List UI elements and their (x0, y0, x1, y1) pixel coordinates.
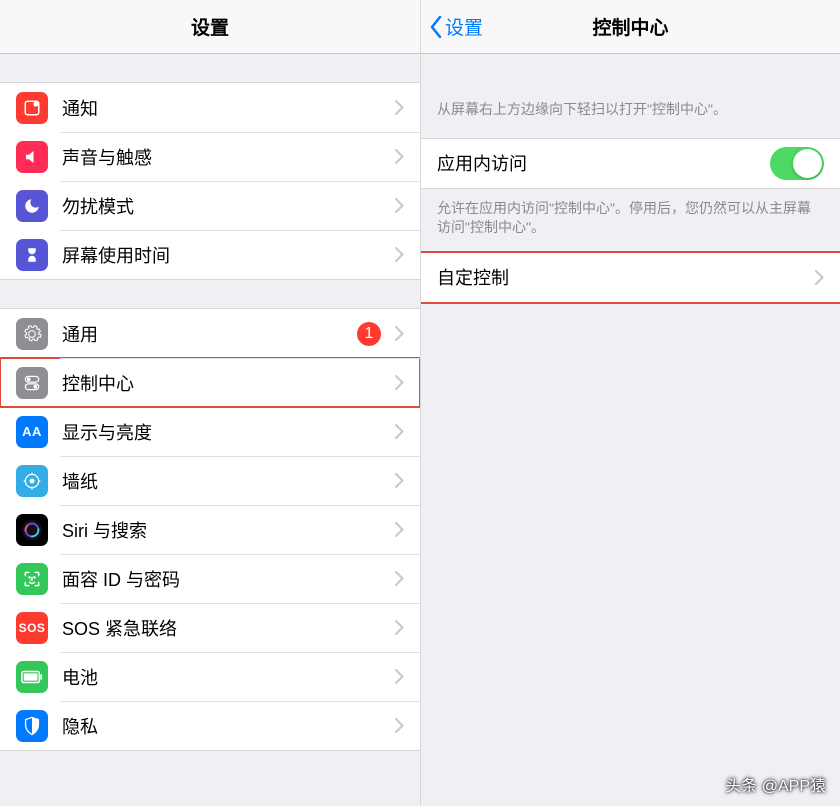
section-note: 允许在应用内访问"控制中心"。停用后，您仍然可以从主屏幕访问"控制中心"。 (421, 189, 840, 252)
header: 设置 控制中心 (421, 0, 840, 54)
chevron-right-icon (395, 669, 404, 684)
row-customize-controls[interactable]: 自定控制 (421, 253, 840, 302)
siri-icon (16, 514, 48, 546)
chevron-right-icon (395, 198, 404, 213)
general-icon (16, 318, 48, 350)
row-label: 自定控制 (437, 264, 805, 290)
row-siri[interactable]: Siri 与搜索 (0, 505, 420, 554)
sos-icon: SOS (16, 612, 48, 644)
row-faceid[interactable]: 面容 ID 与密码 (0, 554, 420, 603)
row-label: 隐私 (62, 713, 385, 739)
header: 设置 (0, 0, 420, 54)
customize-group: 自定控制 (421, 252, 840, 303)
chevron-right-icon (395, 571, 404, 586)
watermark: 头条 @APP猿 (725, 772, 826, 796)
settings-group-2: 通用 1 控制中心 AA 显示与亮度 (0, 308, 420, 751)
battery-icon (16, 661, 48, 693)
dnd-icon (16, 190, 48, 222)
row-label: 显示与亮度 (62, 419, 385, 445)
in-app-access-group: 应用内访问 (421, 138, 840, 189)
row-general[interactable]: 通用 1 (0, 309, 420, 358)
row-label: 墙纸 (62, 468, 385, 494)
row-display[interactable]: AA 显示与亮度 (0, 407, 420, 456)
row-sos[interactable]: SOS SOS 紧急联络 (0, 603, 420, 652)
row-screentime[interactable]: 屏幕使用时间 (0, 230, 420, 279)
page-title: 控制中心 (592, 13, 668, 40)
notification-icon (16, 92, 48, 124)
chevron-right-icon (395, 424, 404, 439)
screentime-icon (16, 239, 48, 271)
back-label: 设置 (445, 13, 483, 40)
row-notifications[interactable]: 通知 (0, 83, 420, 132)
toggle-in-app-access[interactable] (770, 147, 824, 180)
chevron-right-icon (395, 522, 404, 537)
chevron-right-icon (815, 270, 824, 285)
row-label: 控制中心 (62, 370, 385, 396)
chevron-right-icon (395, 473, 404, 488)
control-center-icon (16, 367, 48, 399)
row-label: 应用内访问 (437, 150, 770, 176)
display-icon: AA (16, 416, 48, 448)
control-center-pane: 设置 控制中心 从屏幕右上方边缘向下轻扫以打开"控制中心"。 应用内访问 允许在… (420, 0, 840, 806)
row-label: 通用 (62, 321, 357, 347)
row-label: Siri 与搜索 (62, 517, 385, 543)
faceid-icon (16, 563, 48, 595)
privacy-icon (16, 710, 48, 742)
row-wallpaper[interactable]: 墙纸 (0, 456, 420, 505)
row-label: SOS 紧急联络 (62, 615, 385, 641)
chevron-right-icon (395, 247, 404, 262)
sound-icon (16, 141, 48, 173)
chevron-right-icon (395, 326, 404, 341)
chevron-right-icon (395, 149, 404, 164)
row-control-center[interactable]: 控制中心 (0, 358, 420, 407)
chevron-right-icon (395, 620, 404, 635)
chevron-right-icon (395, 375, 404, 390)
settings-group-1: 通知 声音与触感 勿扰模式 屏幕使用时间 (0, 82, 420, 280)
row-label: 面容 ID 与密码 (62, 566, 385, 592)
row-dnd[interactable]: 勿扰模式 (0, 181, 420, 230)
back-button[interactable]: 设置 (429, 13, 483, 40)
row-sounds[interactable]: 声音与触感 (0, 132, 420, 181)
page-title: 设置 (191, 13, 229, 40)
badge: 1 (357, 322, 381, 346)
section-note: 从屏幕右上方边缘向下轻扫以打开"控制中心"。 (421, 54, 840, 138)
chevron-right-icon (395, 718, 404, 733)
chevron-left-icon (429, 16, 443, 38)
row-label: 屏幕使用时间 (62, 242, 385, 268)
row-label: 通知 (62, 95, 385, 121)
wallpaper-icon (16, 465, 48, 497)
row-label: 电池 (62, 664, 385, 690)
row-battery[interactable]: 电池 (0, 652, 420, 701)
row-privacy[interactable]: 隐私 (0, 701, 420, 750)
chevron-right-icon (395, 100, 404, 115)
row-in-app-access[interactable]: 应用内访问 (421, 139, 840, 188)
row-label: 声音与触感 (62, 144, 385, 170)
row-label: 勿扰模式 (62, 193, 385, 219)
settings-pane: 设置 通知 声音与触感 勿扰模式 (0, 0, 420, 806)
